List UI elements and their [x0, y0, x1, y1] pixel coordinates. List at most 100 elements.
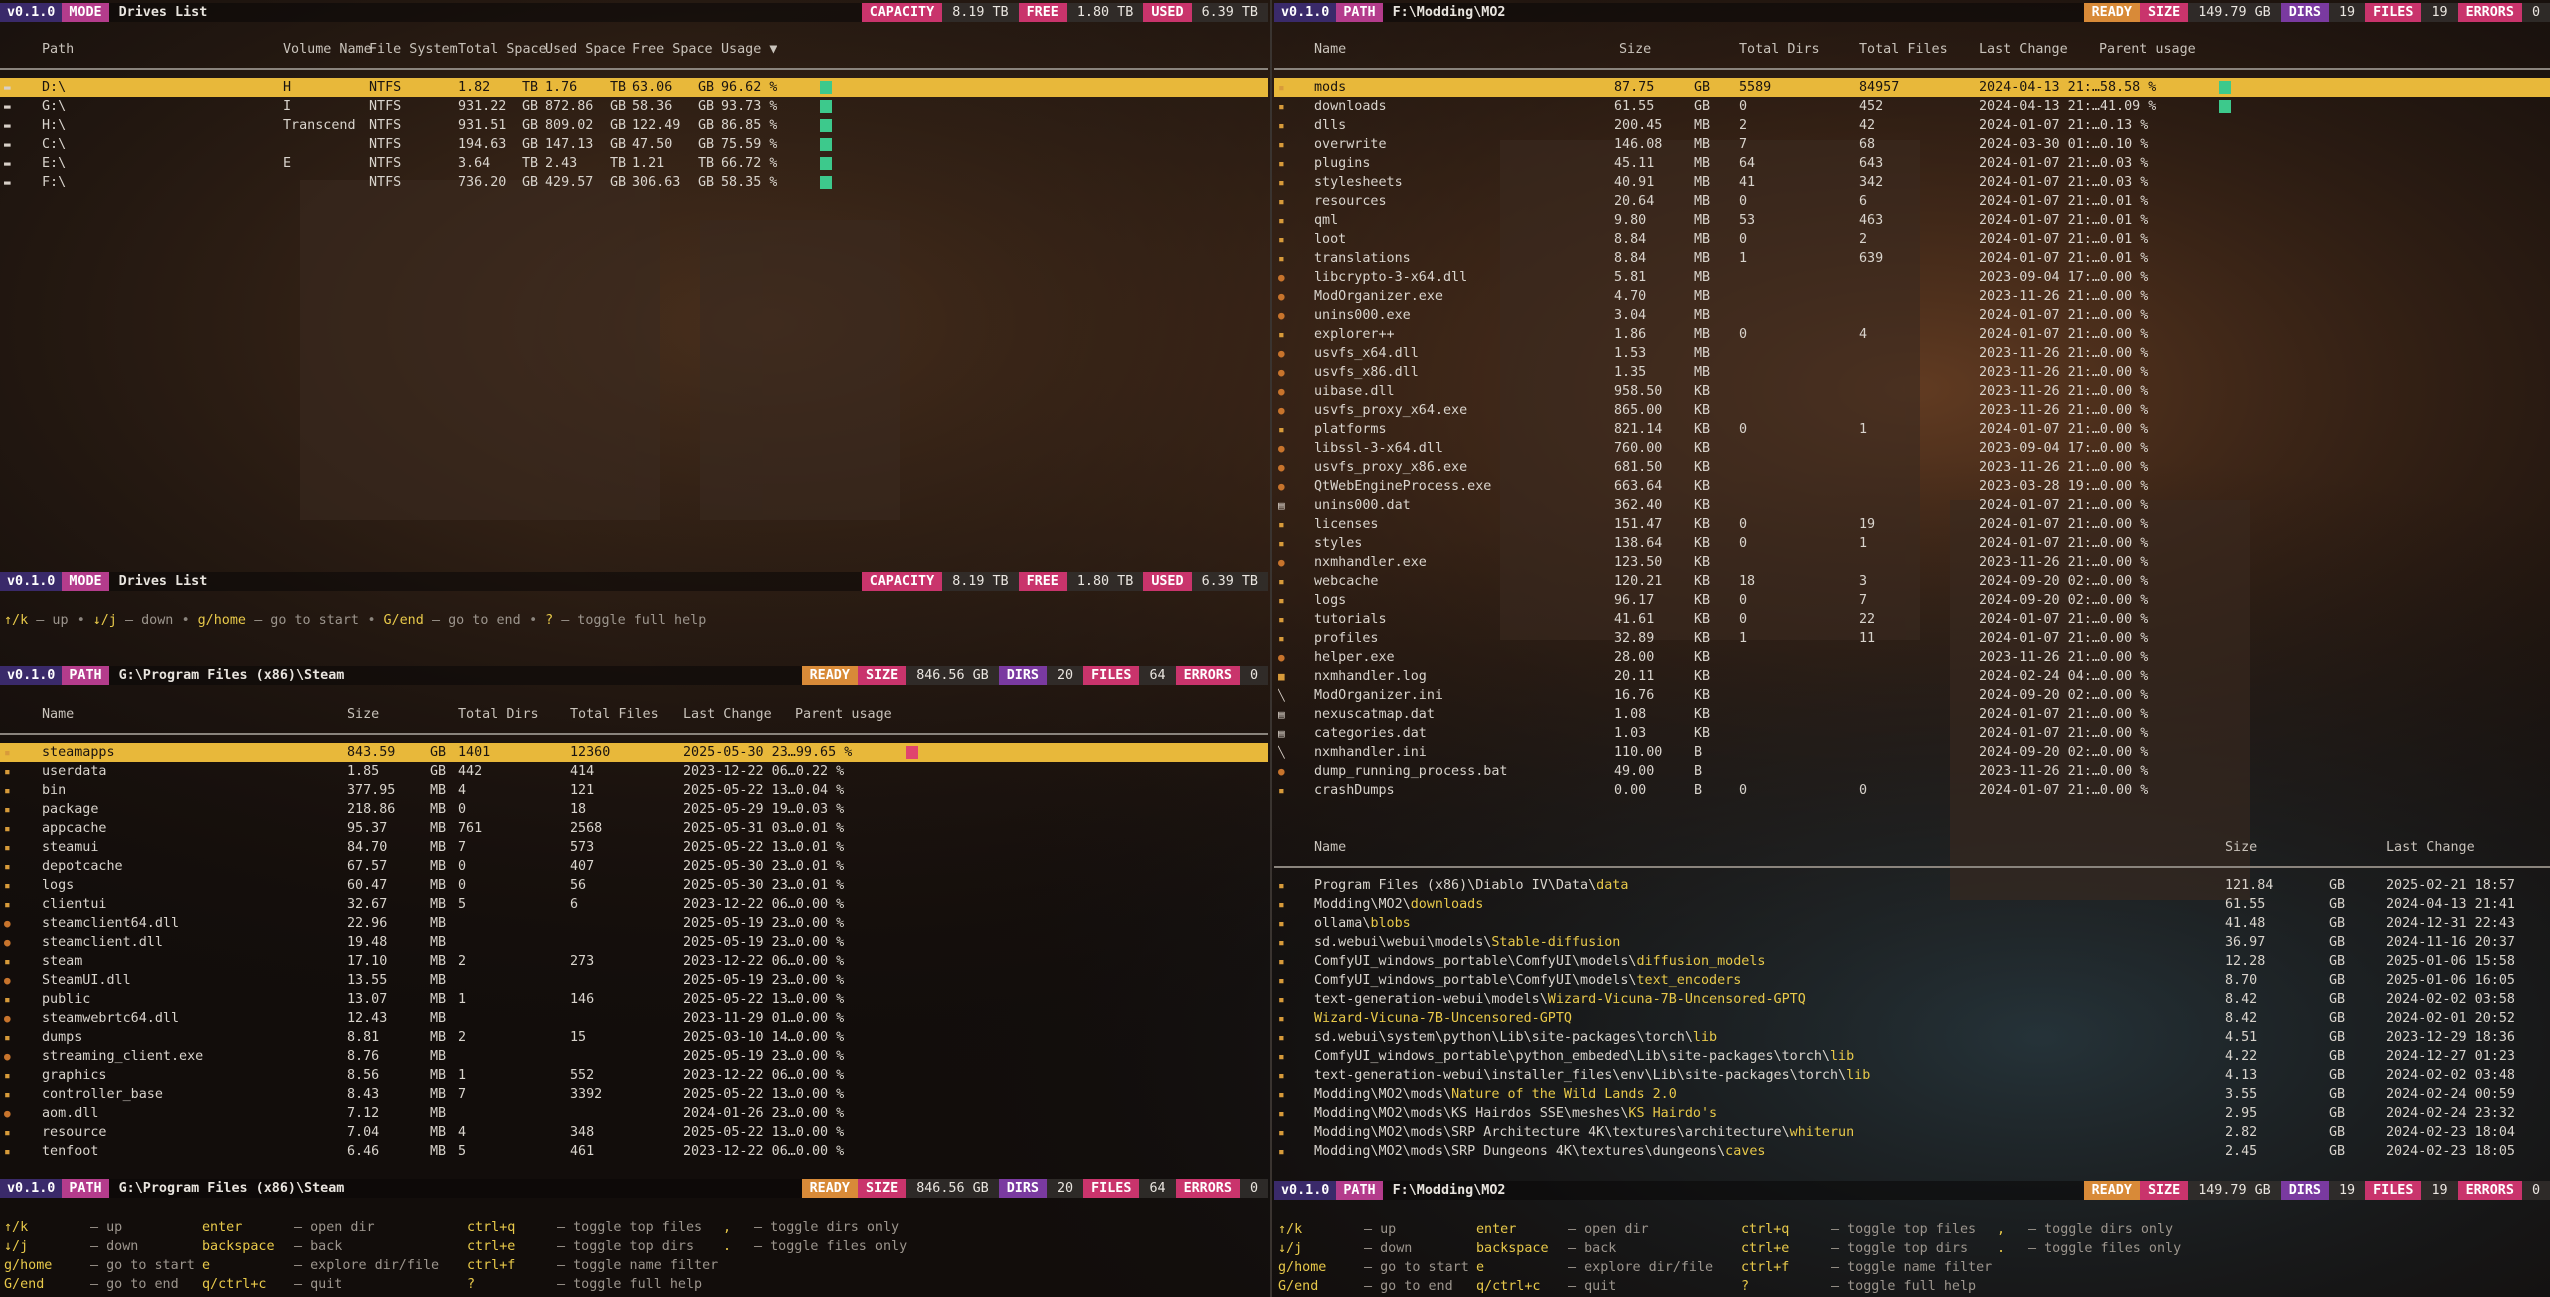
- file-row[interactable]: ▪ dlls 200.45 MB 2 42 2024-01-07 21:…0.13 %: [1274, 116, 2550, 135]
- col-size[interactable]: Size: [1619, 40, 1651, 59]
- file-row[interactable]: ● usvfs_proxy_x64.exe 865.00 KB 2023-11-26 2…: [1274, 401, 2550, 420]
- file-row[interactable]: ▪ package 218.86 MB 0 18 2025-05-29 19…0.03 %: [0, 800, 1268, 819]
- largest-dir-row[interactable]: ▪ sd.webui\system\python\Lib\site-package…: [1274, 1028, 2550, 1047]
- largest-dir-row[interactable]: ▪ sd.webui\webui\models\Stable-diffusion 3…: [1274, 933, 2550, 952]
- file-row[interactable]: ▪ clientui 32.67 MB 5 6 2023-12-22 06…0.00 %: [0, 895, 1268, 914]
- file-row[interactable]: ● usvfs_x86.dll 1.35 MB 2023-11-26 21:…0.00 …: [1274, 363, 2550, 382]
- file-row[interactable]: ▪ userdata 1.85 GB 442 414 2023-12-22 06…0.22 …: [0, 762, 1268, 781]
- file-row[interactable]: ● ModOrganizer.exe 4.70 MB 2023-11-26 21:…0.…: [1274, 287, 2550, 306]
- col-size[interactable]: Size: [2225, 838, 2257, 857]
- file-row[interactable]: ▪ dumps 8.81 MB 2 15 2025-03-10 14…0.00 %: [0, 1028, 1268, 1047]
- file-row[interactable]: ▪ translations 8.84 MB 1 639 2024-01-07 21:…0.…: [1274, 249, 2550, 268]
- largest-dir-row[interactable]: ▪ Modding\MO2\mods\Nature of the Wild Lan…: [1274, 1085, 2550, 1104]
- file-row[interactable]: ▪ public 13.07 MB 1 146 2025-05-22 13…0.00 %: [0, 990, 1268, 1009]
- file-row[interactable]: ▪ webcache 120.21 KB 18 3 2024-09-20 02:…0.00 …: [1274, 572, 2550, 591]
- col-total-files[interactable]: Total Files: [570, 705, 659, 724]
- col-last-change[interactable]: Last Change: [1979, 40, 2068, 59]
- col-used-space[interactable]: Used Space: [545, 40, 626, 59]
- largest-dir-row[interactable]: ▪ ComfyUI_windows_portable\ComfyUI\models…: [1274, 971, 2550, 990]
- file-row[interactable]: ▪ styles 138.64 KB 0 1 2024-01-07 21:…0.00 %: [1274, 534, 2550, 553]
- largest-dir-row[interactable]: ▪ ComfyUI_windows_portable\ComfyUI\models…: [1274, 952, 2550, 971]
- file-row[interactable]: ▤ categories.dat 1.03 KB 2024-01-07 21:…0.00…: [1274, 724, 2550, 743]
- file-row[interactable]: ▪ tutorials 41.61 KB 0 22 2024-01-07 21:…0.00 …: [1274, 610, 2550, 629]
- col-name[interactable]: Name: [1314, 838, 1346, 857]
- file-row[interactable]: ▪ downloads 61.55 GB 0 452 2024-04-13 21:…41.0…: [1274, 97, 2550, 116]
- drive-row[interactable]: ▬ D:\ H NTFS 1.82 TB 1.76 TB 63.06 GB 96.62 %: [0, 78, 1268, 97]
- file-row[interactable]: ▪ depotcache 67.57 MB 0 407 2025-05-30 23…0.01…: [0, 857, 1268, 876]
- largest-dir-row[interactable]: ▪ ComfyUI_windows_portable\python_embeded…: [1274, 1047, 2550, 1066]
- col-path[interactable]: Path: [42, 40, 74, 59]
- file-row[interactable]: ▪ appcache 95.37 MB 761 2568 2025-05-31 03…0.0…: [0, 819, 1268, 838]
- file-row[interactable]: ▪ tenfoot 6.46 MB 5 461 2023-12-22 06…0.00 %: [0, 1142, 1268, 1161]
- largest-dir-row[interactable]: ▪ Modding\MO2\mods\SRP Dungeons 4K\textur…: [1274, 1142, 2550, 1161]
- col-volume-name[interactable]: Volume Name: [283, 40, 372, 59]
- col-total-files[interactable]: Total Files: [1859, 40, 1948, 59]
- file-row[interactable]: ● steamwebrtc64.dll 12.43 MB 2023-11-29 01…0…: [0, 1009, 1268, 1028]
- col-total-dirs[interactable]: Total Dirs: [1739, 40, 1820, 59]
- largest-dir-row[interactable]: ▪ ollama\blobs 41.48 GB 2024-12-31 22:43: [1274, 914, 2550, 933]
- file-row[interactable]: ▪ steamui 84.70 MB 7 573 2025-05-22 13…0.01 %: [0, 838, 1268, 857]
- file-row[interactable]: ● steamclient.dll 19.48 MB 2025-05-19 23…0.0…: [0, 933, 1268, 952]
- file-row[interactable]: ● unins000.exe 3.04 MB 2024-01-07 21:…0.00 %: [1274, 306, 2550, 325]
- file-row[interactable]: ▪ logs 60.47 MB 0 56 2025-05-30 23…0.01 %: [0, 876, 1268, 895]
- drive-row[interactable]: ▬ G:\ I NTFS 931.22 GB 872.86 GB 58.36 GB 93.73 %: [0, 97, 1268, 116]
- col-parent-usage[interactable]: Parent usage: [2099, 40, 2196, 59]
- col-last-change[interactable]: Last Change: [683, 705, 772, 724]
- col-usage[interactable]: Usage ▼: [721, 40, 777, 59]
- col-total-dirs[interactable]: Total Dirs: [458, 705, 539, 724]
- drive-row[interactable]: ▬ H:\ Transcend NTFS 931.51 GB 809.02 GB 122.49 G…: [0, 116, 1268, 135]
- file-row[interactable]: ● helper.exe 28.00 KB 2023-11-26 21:…0.00 %: [1274, 648, 2550, 667]
- file-row[interactable]: ▪ logs 96.17 KB 0 7 2024-09-20 02:…0.00 %: [1274, 591, 2550, 610]
- col-last-change[interactable]: Last Change: [2386, 838, 2475, 857]
- largest-dir-row[interactable]: ▪ Modding\MO2\mods\SRP Architecture 4K\te…: [1274, 1123, 2550, 1142]
- file-row[interactable]: ▤ unins000.dat 362.40 KB 2024-01-07 21:…0.00…: [1274, 496, 2550, 515]
- file-row[interactable]: ▪ qml 9.80 MB 53 463 2024-01-07 21:…0.01 %: [1274, 211, 2550, 230]
- file-row[interactable]: ▪ crashDumps 0.00 B 0 0 2024-01-07 21:…0.00 %: [1274, 781, 2550, 800]
- file-row[interactable]: ▪ stylesheets 40.91 MB 41 342 2024-01-07 21:…0…: [1274, 173, 2550, 192]
- largest-dir-row[interactable]: ▪ text-generation-webui\installer_files\e…: [1274, 1066, 2550, 1085]
- file-row[interactable]: ▪ platforms 821.14 KB 0 1 2024-01-07 21:…0.00 …: [1274, 420, 2550, 439]
- col-name[interactable]: Name: [1314, 40, 1346, 59]
- file-row[interactable]: ▪ resources 20.64 MB 0 6 2024-01-07 21:…0.01 %: [1274, 192, 2550, 211]
- file-row[interactable]: ▤ nexuscatmap.dat 1.08 KB 2024-01-07 21:…0.0…: [1274, 705, 2550, 724]
- file-row[interactable]: ■ nxmhandler.log 20.11 KB 2024-02-24 04:…0.0…: [1274, 667, 2550, 686]
- file-row[interactable]: ● libssl-3-x64.dll 760.00 KB 2023-09-04 17:……: [1274, 439, 2550, 458]
- col-file-system[interactable]: File System: [369, 40, 458, 59]
- drive-row[interactable]: ▬ E:\ E NTFS 3.64 TB 2.43 TB 1.21 TB 66.72 %: [0, 154, 1268, 173]
- largest-dir-row[interactable]: ▪ Program Files (x86)\Diablo IV\Data\data…: [1274, 876, 2550, 895]
- file-row[interactable]: ▪ graphics 8.56 MB 1 552 2023-12-22 06…0.00 %: [0, 1066, 1268, 1085]
- file-row[interactable]: ▪ mods 87.75 GB 5589 84957 2024-04-13 21:…58.5…: [1274, 78, 2550, 97]
- file-row[interactable]: ▪ profiles 32.89 KB 1 11 2024-01-07 21:…0.00 %: [1274, 629, 2550, 648]
- drive-row[interactable]: ▬ F:\ NTFS 736.20 GB 429.57 GB 306.63 GB 58.35 %: [0, 173, 1268, 192]
- largest-dir-row[interactable]: ▪ Wizard-Vicuna-7B-Uncensored-GPTQ 8.42 GB 2…: [1274, 1009, 2550, 1028]
- col-size[interactable]: Size: [347, 705, 379, 724]
- file-row[interactable]: ● nxmhandler.exe 123.50 KB 2023-11-26 21:…0.…: [1274, 553, 2550, 572]
- file-row[interactable]: ● aom.dll 7.12 MB 2024-01-26 23…0.00 %: [0, 1104, 1268, 1123]
- file-row[interactable]: ▪ steamapps 843.59 GB 1401 12360 2025-05-30 23…: [0, 743, 1268, 762]
- file-row[interactable]: ▪ controller_base 8.43 MB 7 3392 2025-05-22 13…: [0, 1085, 1268, 1104]
- drive-row[interactable]: ▬ C:\ NTFS 194.63 GB 147.13 GB 47.50 GB 75.59 %: [0, 135, 1268, 154]
- largest-dir-row[interactable]: ▪ text-generation-webui\models\Wizard-Vic…: [1274, 990, 2550, 1009]
- file-row[interactable]: ╲ ModOrganizer.ini 16.76 KB 2024-09-20 02:…0…: [1274, 686, 2550, 705]
- file-row[interactable]: ● libcrypto-3-x64.dll 5.81 MB 2023-09-04 17:…: [1274, 268, 2550, 287]
- file-row[interactable]: ▪ loot 8.84 MB 0 2 2024-01-07 21:…0.01 %: [1274, 230, 2550, 249]
- file-row[interactable]: ▪ overwrite 146.08 MB 7 68 2024-03-30 01:…0.10…: [1274, 135, 2550, 154]
- file-row[interactable]: ● usvfs_x64.dll 1.53 MB 2023-11-26 21:…0.00 …: [1274, 344, 2550, 363]
- file-row[interactable]: ▪ steam 17.10 MB 2 273 2023-12-22 06…0.00 %: [0, 952, 1268, 971]
- file-row[interactable]: ● uibase.dll 958.50 KB 2023-11-26 21:…0.00 %: [1274, 382, 2550, 401]
- file-row[interactable]: ● SteamUI.dll 13.55 MB 2025-05-19 23…0.00 %: [0, 971, 1268, 990]
- col-parent-usage[interactable]: Parent usage: [795, 705, 892, 724]
- largest-dir-row[interactable]: ▪ Modding\MO2\mods\KS Hairdos SSE\meshes\…: [1274, 1104, 2550, 1123]
- file-row[interactable]: ● streaming_client.exe 8.76 MB 2025-05-19 23…: [0, 1047, 1268, 1066]
- file-row[interactable]: ● steamclient64.dll 22.96 MB 2025-05-19 23…0…: [0, 914, 1268, 933]
- file-row[interactable]: ● QtWebEngineProcess.exe 663.64 KB 2023-03-2…: [1274, 477, 2550, 496]
- file-row[interactable]: ● dump_running_process.bat 49.00 B 2023-11-2…: [1274, 762, 2550, 781]
- file-row[interactable]: ▪ plugins 45.11 MB 64 643 2024-01-07 21:…0.03 …: [1274, 154, 2550, 173]
- file-row[interactable]: ▪ licenses 151.47 KB 0 19 2024-01-07 21:…0.00 …: [1274, 515, 2550, 534]
- col-name[interactable]: Name: [42, 705, 74, 724]
- col-free-space[interactable]: Free Space: [632, 40, 713, 59]
- file-row[interactable]: ● usvfs_proxy_x86.exe 681.50 KB 2023-11-26 2…: [1274, 458, 2550, 477]
- file-row[interactable]: ▪ bin 377.95 MB 4 121 2025-05-22 13…0.04 %: [0, 781, 1268, 800]
- col-total-space[interactable]: Total Space: [458, 40, 547, 59]
- file-row[interactable]: ╲ nxmhandler.ini 110.00 B 2024-09-20 02:…0.0…: [1274, 743, 2550, 762]
